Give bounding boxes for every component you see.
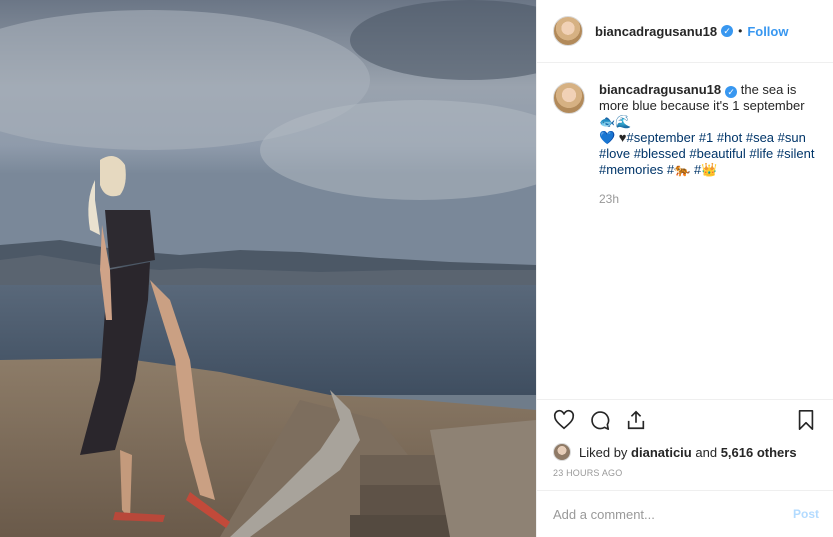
header-separator: • <box>738 24 743 38</box>
share-button[interactable] <box>623 407 649 433</box>
post-comment-button[interactable]: Post <box>793 507 819 521</box>
hashtag-link[interactable]: #hot <box>717 130 742 145</box>
post-header: biancadragusanu18 ✓ • Follow <box>537 0 833 63</box>
likes-prefix: Liked by <box>579 444 628 460</box>
hashtag-link[interactable]: #love <box>599 146 630 161</box>
follow-button[interactable]: Follow <box>747 24 788 39</box>
hashtag-link[interactable]: #blessed <box>634 146 686 161</box>
hashtag-link[interactable]: #september <box>627 130 696 145</box>
action-icons <box>537 400 833 440</box>
hashtag-link[interactable]: #sea <box>746 130 774 145</box>
bookmark-icon <box>798 410 814 430</box>
share-icon <box>627 410 645 430</box>
add-comment-bar: Add a comment... Post <box>537 490 833 537</box>
hashtag-link[interactable]: #life <box>749 146 773 161</box>
hashtag-link[interactable]: #beautiful <box>689 146 745 161</box>
post-photo-image <box>0 0 536 537</box>
header-username[interactable]: biancadragusanu18 <box>595 24 717 39</box>
save-button[interactable] <box>793 407 819 433</box>
caption-text: biancadragusanu18 ✓ the sea is more blue … <box>599 82 817 178</box>
liker-username[interactable]: dianaticiu <box>631 445 692 460</box>
comments-section: biancadragusanu18 ✓ the sea is more blue … <box>537 64 833 399</box>
hashtag-link[interactable]: #sun <box>778 130 806 145</box>
likes-count[interactable]: 5,616 others <box>721 445 797 460</box>
liker-avatar[interactable] <box>553 443 571 461</box>
caption-emoji-2: 💙 ♥ <box>599 130 627 145</box>
caption-username[interactable]: biancadragusanu18 <box>599 82 721 97</box>
caption-emoji-4: 👑 <box>701 162 718 177</box>
likes-and: and <box>695 444 718 460</box>
caption-avatar[interactable] <box>553 82 585 114</box>
post-sidebar: biancadragusanu18 ✓ • Follow biancadragu… <box>536 0 833 537</box>
like-button[interactable] <box>551 407 577 433</box>
verified-badge-icon: ✓ <box>721 25 734 37</box>
caption-emoji-3: 🐅 <box>674 162 691 177</box>
heart-icon <box>553 409 575 430</box>
comment-icon <box>591 411 610 430</box>
comment-input[interactable]: Add a comment... <box>553 507 793 522</box>
instagram-post: biancadragusanu18 ✓ • Follow biancadragu… <box>0 0 833 537</box>
caption-emoji-1: 🐟🌊 <box>599 114 632 129</box>
comment-button[interactable] <box>587 407 613 433</box>
avatar[interactable] <box>553 16 583 46</box>
caption-time[interactable]: 23h <box>599 192 817 206</box>
hashtag-link[interactable]: #memories <box>599 162 663 177</box>
post-photo[interactable] <box>0 0 536 537</box>
hashtag-link[interactable]: #1 <box>699 130 713 145</box>
post-timestamp[interactable]: 23 HOURS AGO <box>537 464 833 486</box>
caption-row: biancadragusanu18 ✓ the sea is more blue … <box>553 82 817 178</box>
likes-summary: Liked by dianaticiu and 5,616 others <box>537 440 833 464</box>
caption-verified-badge-icon: ✓ <box>725 86 738 98</box>
hashtag-link[interactable]: #silent <box>777 146 815 161</box>
